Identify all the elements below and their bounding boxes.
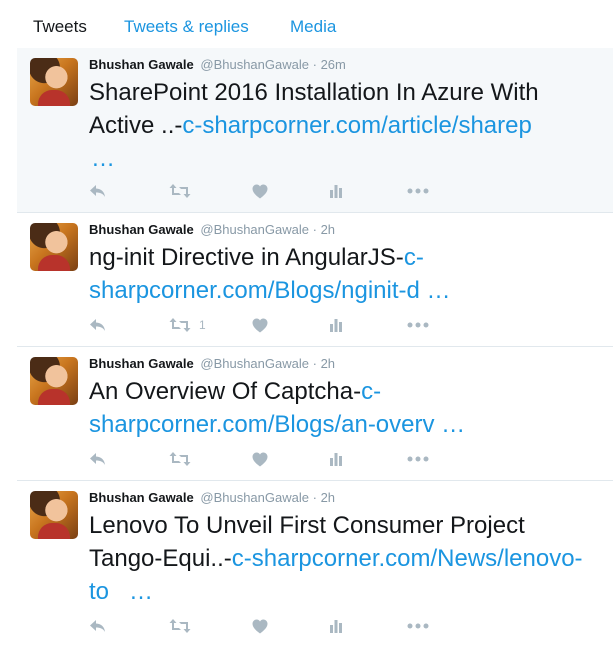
avatar[interactable] bbox=[30, 357, 78, 405]
like-button[interactable] bbox=[252, 315, 268, 335]
reply-button[interactable] bbox=[89, 315, 107, 335]
like-button[interactable] bbox=[252, 449, 268, 469]
tweet-item[interactable]: Bhushan Gawale @BhushanGawale · 26m Shar… bbox=[17, 48, 613, 213]
retweet-button[interactable]: 1 bbox=[169, 315, 206, 335]
author-name[interactable]: Bhushan Gawale bbox=[89, 356, 194, 371]
analytics-icon bbox=[330, 185, 342, 198]
retweet-button[interactable] bbox=[169, 616, 199, 636]
tweet-header: Bhushan Gawale @BhushanGawale · 2h bbox=[89, 222, 335, 238]
tweet-timestamp[interactable]: 2h bbox=[321, 356, 335, 371]
reply-icon bbox=[90, 453, 105, 465]
tweet-actions bbox=[89, 616, 489, 636]
profile-timeline: Tweets Tweets & replies Media Bhushan Ga… bbox=[0, 0, 613, 651]
tweet-link-ellipsis[interactable]: … bbox=[91, 145, 115, 172]
heart-icon bbox=[252, 452, 268, 466]
separator-dot: · bbox=[312, 222, 317, 237]
more-icon bbox=[407, 456, 429, 462]
more-button[interactable] bbox=[407, 449, 429, 469]
reply-button[interactable] bbox=[89, 616, 107, 636]
tweet-header: Bhushan Gawale @BhushanGawale · 2h bbox=[89, 490, 335, 506]
tweet-item[interactable]: Bhushan Gawale @BhushanGawale · 2h Lenov… bbox=[17, 481, 613, 651]
heart-icon bbox=[252, 619, 268, 633]
more-icon bbox=[407, 322, 429, 328]
separator-dot: · bbox=[312, 356, 317, 371]
timeline-tabs: Tweets Tweets & replies Media bbox=[17, 0, 613, 49]
reply-icon bbox=[90, 620, 105, 632]
author-handle[interactable]: @BhushanGawale bbox=[200, 57, 309, 72]
reply-icon bbox=[90, 319, 105, 331]
author-name[interactable]: Bhushan Gawale bbox=[89, 57, 194, 72]
more-button[interactable] bbox=[407, 616, 429, 636]
tweet-actions bbox=[89, 181, 489, 201]
tab-media[interactable]: Media bbox=[290, 17, 336, 37]
tweet-header: Bhushan Gawale @BhushanGawale · 2h bbox=[89, 356, 335, 372]
tweet-timestamp[interactable]: 26m bbox=[321, 57, 346, 72]
analytics-button[interactable] bbox=[329, 616, 343, 636]
avatar[interactable] bbox=[30, 491, 78, 539]
like-button[interactable] bbox=[252, 616, 268, 636]
analytics-icon bbox=[330, 620, 342, 633]
tweet-link-ellipsis[interactable]: … bbox=[427, 277, 451, 304]
tweet-body: An Overview Of Captcha- bbox=[89, 378, 362, 405]
retweet-icon bbox=[169, 619, 191, 633]
tab-tweets-replies[interactable]: Tweets & replies bbox=[124, 17, 249, 37]
analytics-icon bbox=[330, 319, 342, 332]
heart-icon bbox=[252, 184, 268, 198]
avatar[interactable] bbox=[30, 58, 78, 106]
more-icon bbox=[407, 188, 429, 194]
retweet-icon bbox=[169, 452, 191, 466]
analytics-button[interactable] bbox=[329, 315, 343, 335]
tweet-item[interactable]: Bhushan Gawale @BhushanGawale · 2h ng-in… bbox=[17, 213, 613, 347]
tweet-text: Lenovo To Unveil First Consumer Project … bbox=[89, 509, 604, 608]
reply-button[interactable] bbox=[89, 449, 107, 469]
tweet-text: ng-init Directive in AngularJS-c-sharpco… bbox=[89, 241, 604, 307]
analytics-button[interactable] bbox=[329, 181, 343, 201]
more-button[interactable] bbox=[407, 181, 429, 201]
retweet-icon bbox=[169, 184, 191, 198]
retweet-icon bbox=[169, 318, 191, 332]
tweet-body: ng-init Directive in AngularJS- bbox=[89, 244, 404, 271]
tweet-link-ellipsis[interactable]: … bbox=[441, 411, 465, 438]
analytics-button[interactable] bbox=[329, 449, 343, 469]
retweet-count: 1 bbox=[199, 318, 206, 332]
author-name[interactable]: Bhushan Gawale bbox=[89, 490, 194, 505]
author-handle[interactable]: @BhushanGawale bbox=[200, 222, 309, 237]
tweet-text: SharePoint 2016 Installation In Azure Wi… bbox=[89, 76, 604, 175]
tweet-link[interactable]: c-sharpcorner.com/article/sharep bbox=[182, 112, 531, 139]
tweet-timestamp[interactable]: 2h bbox=[321, 222, 335, 237]
avatar[interactable] bbox=[30, 223, 78, 271]
tab-tweets[interactable]: Tweets bbox=[33, 17, 87, 37]
tweet-header: Bhushan Gawale @BhushanGawale · 26m bbox=[89, 57, 346, 73]
tweet-text: An Overview Of Captcha-c-sharpcorner.com… bbox=[89, 375, 604, 441]
separator-dot: · bbox=[312, 490, 317, 505]
tweet-timestamp[interactable]: 2h bbox=[321, 490, 335, 505]
more-button[interactable] bbox=[407, 315, 429, 335]
heart-icon bbox=[252, 318, 268, 332]
reply-icon bbox=[90, 185, 105, 197]
like-button[interactable] bbox=[252, 181, 268, 201]
more-icon bbox=[407, 623, 429, 629]
analytics-icon bbox=[330, 453, 342, 466]
author-name[interactable]: Bhushan Gawale bbox=[89, 222, 194, 237]
tweet-actions: 1 bbox=[89, 315, 489, 335]
tweet-item[interactable]: Bhushan Gawale @BhushanGawale · 2h An Ov… bbox=[17, 347, 613, 481]
author-handle[interactable]: @BhushanGawale bbox=[200, 356, 309, 371]
separator-dot: · bbox=[312, 57, 317, 72]
tweet-actions bbox=[89, 449, 489, 469]
retweet-button[interactable] bbox=[169, 181, 199, 201]
tweet-link-ellipsis[interactable]: … bbox=[129, 578, 153, 605]
author-handle[interactable]: @BhushanGawale bbox=[200, 490, 309, 505]
reply-button[interactable] bbox=[89, 181, 107, 201]
retweet-button[interactable] bbox=[169, 449, 199, 469]
